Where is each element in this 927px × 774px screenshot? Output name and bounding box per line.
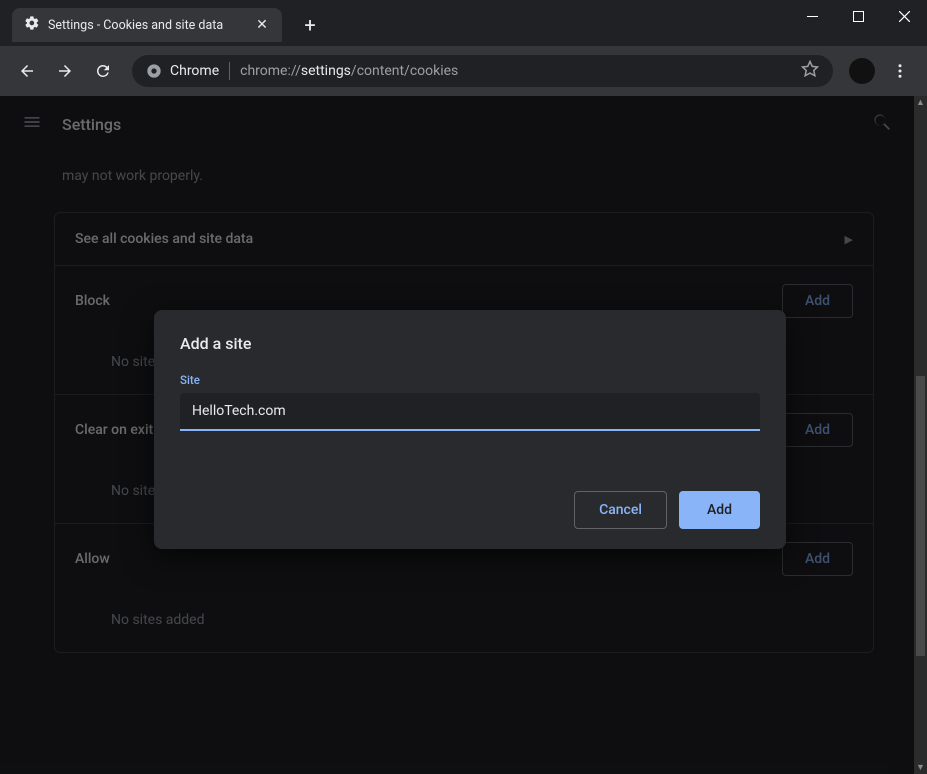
- new-tab-button[interactable]: +: [296, 11, 324, 39]
- field-label: Site: [180, 373, 760, 387]
- browser-toolbar: Chrome chrome://settings/content/cookies: [0, 46, 927, 96]
- browser-tab[interactable]: Settings - Cookies and site data ✕: [12, 8, 282, 42]
- site-input[interactable]: [180, 393, 760, 431]
- kebab-menu-icon[interactable]: [883, 54, 917, 88]
- dialog-actions: Cancel Add: [180, 491, 760, 529]
- window-controls: [789, 0, 927, 32]
- reload-button[interactable]: [86, 54, 120, 88]
- add-button[interactable]: Add: [679, 491, 760, 529]
- profile-avatar[interactable]: [849, 58, 875, 84]
- scroll-down-icon[interactable]: ▼: [914, 761, 927, 774]
- url-text: chrome://settings/content/cookies: [240, 63, 458, 79]
- dialog-title: Add a site: [180, 334, 760, 353]
- tab-title: Settings - Cookies and site data: [48, 18, 246, 33]
- address-bar[interactable]: Chrome chrome://settings/content/cookies: [132, 55, 833, 87]
- scrollbar[interactable]: ▲ ▼: [914, 96, 927, 774]
- bookmark-star-icon[interactable]: [801, 60, 819, 82]
- window-close-button[interactable]: [881, 0, 927, 32]
- cancel-button[interactable]: Cancel: [574, 491, 667, 529]
- scrollbar-thumb[interactable]: [916, 376, 925, 656]
- scroll-up-icon[interactable]: ▲: [914, 96, 927, 109]
- maximize-button[interactable]: [835, 0, 881, 32]
- gear-icon: [24, 15, 40, 35]
- minimize-button[interactable]: [789, 0, 835, 32]
- divider: [229, 62, 230, 80]
- chrome-icon: [146, 63, 162, 79]
- forward-button[interactable]: [48, 54, 82, 88]
- add-site-dialog: Add a site Site Cancel Add: [154, 310, 786, 549]
- tab-strip: Settings - Cookies and site data ✕ +: [0, 0, 324, 42]
- scheme-label: Chrome: [170, 63, 219, 79]
- back-button[interactable]: [10, 54, 44, 88]
- chrome-scheme-chip: Chrome: [146, 63, 219, 79]
- window-titlebar: Settings - Cookies and site data ✕ +: [0, 0, 927, 46]
- close-icon[interactable]: ✕: [254, 17, 270, 33]
